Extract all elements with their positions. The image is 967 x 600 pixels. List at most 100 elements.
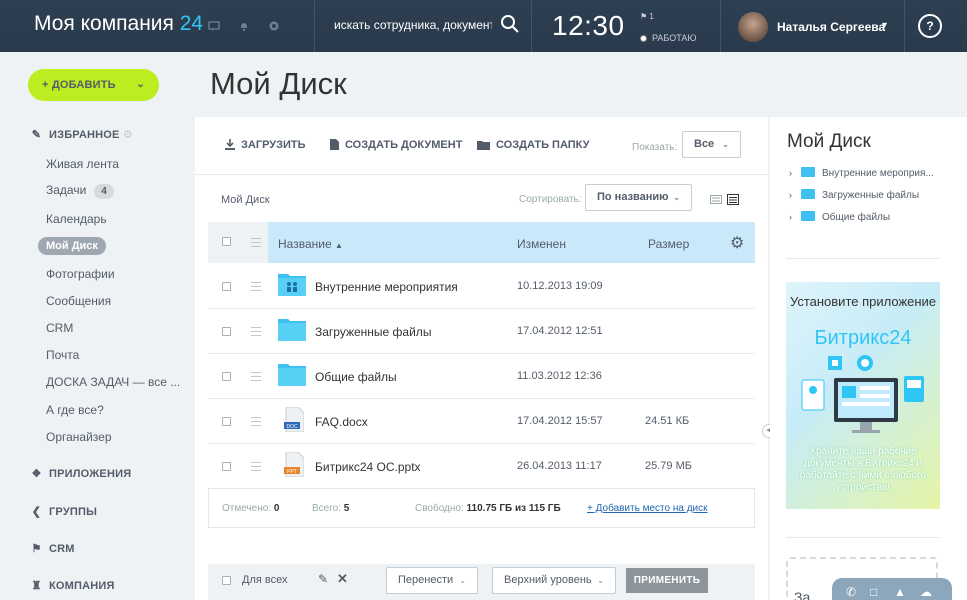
list-view-icon[interactable] — [727, 193, 739, 205]
help-button[interactable]: ? — [918, 14, 942, 38]
file-name[interactable]: Внутренние мероприятия — [315, 280, 458, 294]
sidebar-section-groups[interactable]: ❮ ГРУППЫ — [30, 505, 97, 518]
user-name[interactable]: Наталья Сергеева — [777, 20, 885, 34]
sidebar-item-my-drive[interactable]: Мой Диск — [38, 237, 106, 255]
modified-date: 17.04.2012 12:51 — [517, 325, 603, 337]
chevron-right-icon[interactable]: › — [789, 168, 801, 178]
top-bar: Моя компания 24 искать сотрудника, докум… — [0, 0, 967, 52]
sidebar-item-mail[interactable]: Почта — [46, 348, 79, 362]
target-level-label: Верхний уровень — [504, 574, 592, 586]
add-space-link[interactable]: + Добавить место на диск — [587, 503, 708, 514]
gear-icon[interactable]: ⚙ — [123, 129, 133, 141]
work-status[interactable]: РАБОТАЮ — [640, 33, 697, 43]
create-folder-button[interactable]: СОЗДАТЬ ПАПКУ — [477, 139, 589, 151]
menu-icon[interactable] — [251, 462, 261, 474]
menu-icon[interactable] — [251, 282, 261, 294]
sidebar-item-calendar[interactable]: Календарь — [46, 212, 107, 226]
table-row[interactable]: Общие файлы 11.03.2012 12:36 — [208, 354, 755, 399]
app-promo-banner[interactable]: Установите приложение Битрикс24 Храните … — [786, 282, 940, 509]
phone-icon[interactable]: ✆ — [846, 585, 856, 599]
sidebar-item-messages[interactable]: Сообщения — [46, 294, 111, 308]
clock[interactable]: 12:30 — [552, 10, 625, 42]
logo-text: Моя компания — [34, 12, 174, 35]
add-button[interactable]: + ДОБАВИТЬ ⌄ — [28, 69, 159, 101]
sort-select[interactable]: По названию ⌄ — [585, 184, 692, 211]
tree-item[interactable]: › Внутренние мероприя... — [789, 167, 934, 179]
create-folder-label: СОЗДАТЬ ПАПКУ — [496, 139, 590, 151]
row-checkbox[interactable] — [222, 282, 231, 291]
column-header-size[interactable]: Размер — [648, 237, 689, 251]
table-row[interactable]: Внутренние мероприятия 10.12.2013 19:09 — [208, 264, 755, 309]
favorites-header[interactable]: ✎ ИЗБРАННОЕ ⚙ — [30, 128, 133, 141]
apply-button[interactable]: ПРИМЕНИТЬ — [626, 568, 708, 593]
for-all-checkbox[interactable] — [222, 576, 231, 585]
drive-panel: ЗАГРУЗИТЬ СОЗДАТЬ ДОКУМЕНТ СОЗДАТЬ ПАПКУ… — [195, 117, 768, 600]
create-document-button[interactable]: СОЗДАТЬ ДОКУМЕНТ — [330, 139, 462, 151]
column-header-name[interactable]: Название ▲ — [278, 237, 343, 251]
sidebar-section-company[interactable]: ♜ КОМПАНИЯ — [30, 579, 115, 592]
free-label: Свободно: — [415, 503, 464, 514]
select-all-checkbox[interactable] — [222, 237, 231, 246]
folder-icon — [477, 140, 490, 150]
upload-button[interactable]: ЗАГРУЗИТЬ — [225, 139, 306, 151]
tree-item-label: Общие файлы — [822, 212, 891, 223]
chevron-right-icon[interactable]: › — [789, 190, 801, 200]
sidebar-section-crm[interactable]: ⚑ CRM — [30, 542, 75, 555]
bell-icon[interactable] — [238, 20, 250, 32]
sidebar-item-task-board[interactable]: ДОСКА ЗАДАЧ — все ... — [46, 375, 180, 389]
folder-icon — [801, 167, 815, 177]
gear-icon[interactable]: ⚙ — [730, 233, 744, 253]
cloud-icon[interactable]: ☁ — [920, 585, 932, 599]
avatar[interactable] — [738, 12, 768, 42]
modified-date: 11.03.2012 12:36 — [517, 370, 602, 382]
chat-icon[interactable] — [208, 20, 220, 32]
pptx-file-icon: PPT — [284, 452, 304, 477]
row-checkbox[interactable] — [222, 417, 231, 426]
column-header-modified[interactable]: Изменен — [517, 237, 566, 251]
chevron-down-icon[interactable]: ▾ — [882, 20, 887, 31]
row-checkbox[interactable] — [222, 462, 231, 471]
file-name[interactable]: FAQ.docx — [315, 415, 368, 429]
tree-item[interactable]: › Общие файлы — [789, 211, 890, 223]
apps-icon: ❖ — [31, 468, 42, 480]
sidebar-item-where-all[interactable]: А где все? — [46, 403, 104, 417]
search-input[interactable]: искать сотрудника, документ, пр — [334, 18, 492, 32]
right-panel: Мой Диск › Внутренние мероприя... › Загруж… — [770, 117, 967, 600]
row-checkbox[interactable] — [222, 372, 231, 381]
pencil-icon[interactable]: ✎ — [318, 572, 328, 586]
menu-icon[interactable] — [251, 372, 261, 384]
tile-view-icon[interactable] — [710, 193, 722, 205]
chat-icon[interactable]: □ — [870, 585, 877, 599]
move-select[interactable]: Перенести ⌄ — [386, 567, 478, 594]
upload-label: ЗАГРУЗИТЬ — [241, 139, 306, 151]
file-name[interactable]: Загруженные файлы — [315, 325, 431, 339]
chevron-right-icon[interactable]: › — [789, 212, 801, 222]
breadcrumb[interactable]: Мой Диск — [221, 194, 270, 206]
target-level-select[interactable]: Верхний уровень ⌄ — [492, 567, 616, 594]
sidebar-item-feed[interactable]: Живая лента — [46, 157, 119, 171]
table-row[interactable]: DOC FAQ.docx 17.04.2012 15:57 24.51 КБ — [208, 399, 755, 444]
search-icon[interactable] — [500, 14, 520, 34]
file-name[interactable]: Общие файлы — [315, 370, 397, 384]
close-icon[interactable]: ✕ — [337, 571, 348, 587]
sidebar-item-organizer[interactable]: Органайзер — [46, 430, 112, 444]
chevron-down-icon: ⌄ — [722, 140, 729, 149]
menu-icon[interactable] — [251, 417, 261, 429]
tree-item[interactable]: › Загруженные файлы — [789, 189, 919, 201]
cloud-icon[interactable] — [268, 20, 280, 32]
divider — [786, 537, 940, 538]
sidebar-item-tasks[interactable]: Задачи 4 — [46, 183, 114, 199]
chevron-down-icon: ⌄ — [459, 576, 466, 585]
sidebar-item-crm[interactable]: CRM — [46, 321, 73, 335]
menu-icon[interactable] — [251, 327, 261, 339]
tree-item-label: Внутренние мероприя... — [822, 168, 934, 179]
sidebar-item-photos[interactable]: Фотографии — [46, 267, 115, 281]
table-row[interactable]: Загруженные файлы 17.04.2012 12:51 — [208, 309, 755, 354]
table-row[interactable]: PPT Битрикс24 ОС.pptx 26.04.2013 11:17 2… — [208, 444, 755, 489]
row-checkbox[interactable] — [222, 327, 231, 336]
file-name[interactable]: Битрикс24 ОС.pptx — [315, 460, 421, 474]
bell-icon[interactable]: ▲ — [894, 585, 906, 599]
company-logo[interactable]: Моя компания 24 — [34, 12, 203, 36]
sidebar-section-apps[interactable]: ❖ ПРИЛОЖЕНИЯ — [30, 467, 131, 480]
show-filter-select[interactable]: Все ⌄ — [682, 131, 741, 158]
